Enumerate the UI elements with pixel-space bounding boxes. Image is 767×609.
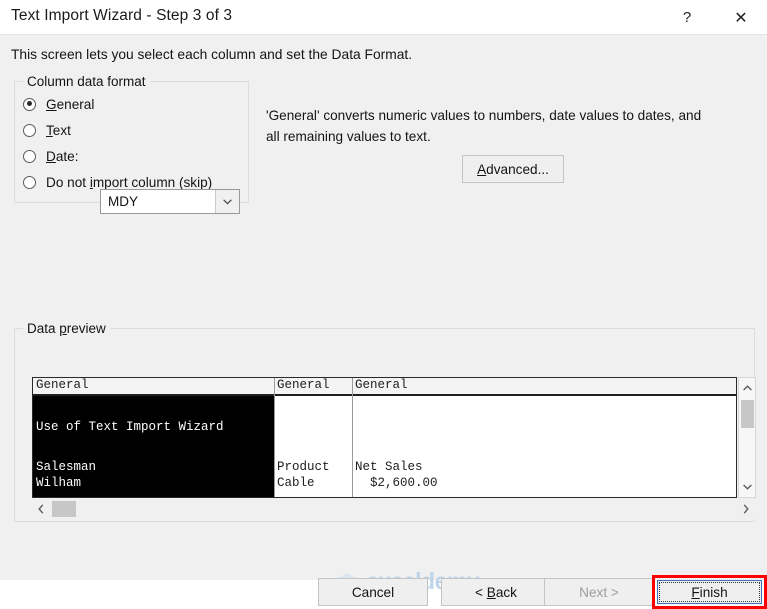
intro-text: This screen lets you select each column … bbox=[11, 47, 413, 62]
data-preview-table[interactable]: General General General Use of Text Import… bbox=[32, 377, 737, 498]
preview-cell: Use of Text Import Wizard bbox=[36, 420, 224, 434]
advanced-button-label: Advanced... bbox=[477, 161, 549, 177]
preview-column-header[interactable]: General bbox=[33, 378, 274, 394]
column-data-format-group: Column data format General Text Date: Do… bbox=[14, 74, 249, 214]
data-preview-horizontal-scrollbar[interactable] bbox=[32, 499, 755, 519]
data-preview-vertical-scrollbar[interactable] bbox=[738, 377, 756, 498]
help-icon[interactable]: ? bbox=[664, 0, 710, 35]
chevron-down-icon[interactable] bbox=[215, 190, 239, 213]
preview-column-divider[interactable] bbox=[352, 396, 353, 497]
finish-button[interactable]: Finish bbox=[657, 580, 762, 604]
radio-date-indicator bbox=[23, 149, 36, 163]
next-button: Next > bbox=[544, 578, 654, 606]
horizontal-scrollbar-thumb[interactable] bbox=[52, 501, 76, 517]
date-format-value: MDY bbox=[108, 194, 138, 209]
title-bar: Text Import Wizard - Step 3 of 3 ? ✕ bbox=[0, 0, 767, 35]
preview-cell: Product bbox=[277, 460, 330, 474]
radio-general-indicator bbox=[23, 97, 36, 111]
cancel-button-label: Cancel bbox=[351, 584, 395, 600]
radio-text-indicator bbox=[23, 123, 36, 137]
chevron-right-icon[interactable] bbox=[738, 500, 754, 517]
finish-button-highlight: Finish bbox=[652, 575, 767, 609]
chevron-left-icon[interactable] bbox=[33, 500, 49, 517]
radio-date[interactable]: Date: bbox=[23, 146, 79, 166]
date-format-select[interactable]: MDY bbox=[100, 189, 240, 214]
radio-general-label: General bbox=[46, 96, 95, 112]
data-preview-header-row: General General General bbox=[33, 378, 736, 396]
advanced-button[interactable]: Advanced... bbox=[462, 155, 564, 183]
back-button-label: < Back bbox=[475, 584, 517, 600]
column-data-format-legend: Column data format bbox=[23, 74, 150, 89]
data-preview-rows: Use of Text Import Wizard Salesman Wilham P… bbox=[33, 396, 736, 497]
preview-column-header[interactable]: General bbox=[274, 378, 352, 394]
radio-general[interactable]: General bbox=[23, 94, 94, 114]
radio-skip-column-label: Do not import column (skip) bbox=[46, 174, 213, 190]
radio-text[interactable]: Text bbox=[23, 120, 71, 140]
preview-cell: Salesman bbox=[36, 460, 97, 474]
dialog-body: This screen lets you select each column … bbox=[0, 35, 767, 609]
chevron-down-icon[interactable] bbox=[739, 479, 755, 495]
data-preview-group: Data preview General General General Use o… bbox=[14, 321, 756, 522]
preview-column[interactable]: Use of Text Import Wizard Salesman Wilham bbox=[33, 396, 274, 497]
back-button[interactable]: < Back bbox=[441, 578, 551, 606]
close-icon[interactable]: ✕ bbox=[718, 0, 764, 35]
preview-column-divider[interactable] bbox=[352, 378, 353, 396]
preview-column-divider[interactable] bbox=[274, 396, 275, 497]
preview-cell: Cable bbox=[277, 476, 315, 490]
preview-cell: Net Sales bbox=[355, 460, 423, 474]
preview-column-header[interactable]: General bbox=[352, 378, 736, 394]
data-preview-legend: Data preview bbox=[23, 321, 110, 336]
preview-cell: Wilham bbox=[36, 476, 82, 490]
next-button-label: Next > bbox=[579, 584, 619, 600]
preview-column[interactable]: Product Cable bbox=[274, 396, 352, 497]
radio-skip-column-indicator bbox=[23, 175, 36, 189]
cancel-button[interactable]: Cancel bbox=[318, 578, 428, 606]
window-title: Text Import Wizard - Step 3 of 3 bbox=[11, 7, 233, 24]
vertical-scrollbar-thumb[interactable] bbox=[741, 400, 754, 428]
preview-column-divider[interactable] bbox=[274, 378, 275, 396]
chevron-up-icon[interactable] bbox=[739, 380, 755, 396]
preview-cell: $2,600.00 bbox=[355, 476, 438, 490]
radio-text-label: Text bbox=[46, 122, 71, 138]
format-description-line-1: 'General' converts numeric values to num… bbox=[266, 108, 702, 123]
finish-button-label: Finish bbox=[691, 584, 728, 600]
preview-column[interactable]: Net Sales $2,600.00 bbox=[352, 396, 736, 497]
radio-date-label: Date: bbox=[46, 148, 79, 164]
format-description-line-2: all remaining values to text. bbox=[266, 129, 431, 144]
format-description: 'General' converts numeric values to num… bbox=[266, 105, 761, 147]
